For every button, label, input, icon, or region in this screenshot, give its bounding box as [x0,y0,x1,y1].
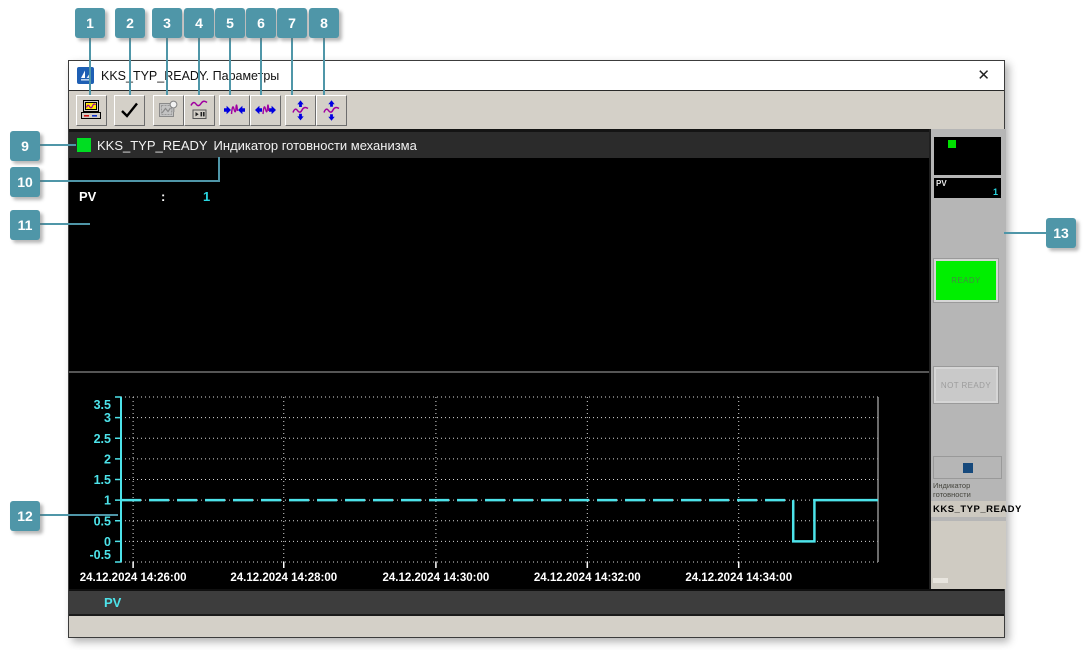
faceplate-display [934,137,1001,175]
callout-badge-7: 7 [277,8,307,38]
expand-time-button[interactable] [250,95,281,126]
faceplate-pv-value: 1 [992,187,998,197]
callout-connector [40,144,76,146]
faceplate-tag: KKS_TYP_READY [931,501,1021,517]
callout-badge-8: 8 [309,8,339,38]
compress-scale-icon [292,100,309,121]
parameter-panel: KKS_TYP_READY Индикатор готовности механ… [69,129,929,371]
svg-text:-0.5: -0.5 [89,548,111,562]
svg-text:1.5: 1.5 [94,473,111,487]
callout-badge-3: 3 [152,8,182,38]
callout-badge-11: 11 [10,210,40,240]
svg-text:24.12.2024 14:32:00: 24.12.2024 14:32:00 [534,572,641,584]
close-button[interactable]: ✕ [971,68,996,83]
callout-connector [166,36,168,95]
pv-label: PV [79,189,97,204]
print-trend-button[interactable] [76,95,107,126]
compress-time-button[interactable] [219,95,250,126]
svg-text:2.5: 2.5 [94,432,111,446]
sidebar-grip [933,578,948,583]
svg-text:24.12.2024 14:34:00: 24.12.2024 14:34:00 [685,572,792,584]
svg-text:1: 1 [104,494,111,508]
parameter-panel-header: KKS_TYP_READY Индикатор готовности механ… [69,132,929,158]
callout-badge-6: 6 [246,8,276,38]
expand-scale-icon [323,100,340,121]
faceplate-indicator-box [933,456,1002,479]
callout-badge-10: 10 [10,167,40,197]
snapshot-button[interactable] [153,95,184,126]
callout-connector [291,36,293,95]
compress-time-icon [224,104,245,115]
status-bar [69,614,1004,637]
faceplate-status-dot [948,140,956,148]
callout-badge-1: 1 [75,8,105,38]
screenshot-stage: KKS_TYP_READY. Параметры ✕ KKS_TYP_READY… [0,0,1089,650]
compress-scale-button[interactable] [285,95,316,126]
snapshot-icon [159,100,178,117]
faceplate-pv-box: PV 1 [934,178,1001,198]
tag-description: Индикатор готовности механизма [213,137,417,153]
start-stop-trend-icon [190,100,208,119]
legend-strip: PV [69,589,1004,614]
window-title: KKS_TYP_READY. Параметры [101,68,280,83]
callout-badge-13: 13 [1046,218,1076,248]
callout-badge-12: 12 [10,501,40,531]
pv-separator: : [161,189,166,204]
svg-text:0.5: 0.5 [94,514,111,528]
pv-value-row: PV: 1 [79,189,210,204]
callout-badge-2: 2 [115,8,145,38]
svg-text:0: 0 [104,535,111,549]
svg-text:3: 3 [104,411,111,425]
faceplate-caption-line2: готовности [933,489,971,499]
pv-value: 1 [203,189,211,204]
svg-text:2: 2 [104,452,111,466]
callout-connector [323,36,325,95]
svg-text:24.12.2024 14:28:00: 24.12.2024 14:28:00 [230,572,337,584]
callout-connector [260,36,262,95]
callout-badge-9: 9 [10,131,40,161]
status-indicator [77,138,91,152]
print-trend-icon [81,100,101,119]
expand-time-icon [255,104,276,115]
accept-button[interactable] [114,95,145,126]
tag-label: KKS_TYP_READY [97,137,208,153]
faceplate-caption: Индикатор готовности [933,481,1004,502]
callout-connector [229,36,231,95]
callout-connector [40,514,118,516]
svg-text:3.5: 3.5 [94,398,111,412]
faceplate-column: PV 1 READY NOT READY Индикатор готовност… [931,129,1021,521]
window-titlebar[interactable]: KKS_TYP_READY. Параметры ✕ [69,61,1004,91]
callout-connector [40,223,90,225]
callout-badge-4: 4 [184,8,214,38]
toolbar [69,91,1004,129]
callout-connector [198,36,200,95]
expand-scale-button[interactable] [316,95,347,126]
trend-chart[interactable]: 3.5 3 2.5 2 1.5 1 0.5 0 -0.5 24.12.2024 14:26:00 2… [69,373,929,589]
svg-text:24.12.2024 14:30:00: 24.12.2024 14:30:00 [383,572,490,584]
callout-connector [218,157,220,182]
accept-check-icon [121,102,138,118]
callout-connector [1004,232,1046,234]
trend-plot[interactable]: 3.53 2.5 2 1.5 1 0.5 0-0.5 24.12.2024 14:26:00 2… [69,373,929,589]
callout-connector [129,36,131,95]
faceplate-pv-label: PV [936,179,947,188]
navy-square-icon [962,462,973,473]
callout-connector [40,180,220,182]
callout-badge-5: 5 [215,8,245,38]
start-stop-trend-button[interactable] [184,95,215,126]
trend-parameters-window: KKS_TYP_READY. Параметры ✕ KKS_TYP_READY… [68,60,1021,638]
app-logo-icon [77,67,94,84]
not-ready-button[interactable]: NOT READY [933,366,999,404]
callout-connector [89,36,91,95]
svg-text:24.12.2024 14:26:00: 24.12.2024 14:26:00 [80,572,187,584]
legend-pv[interactable]: PV [104,595,121,610]
faceplate-sidebar: PV 1 READY NOT READY Индикатор готовност… [929,129,1021,589]
ready-button[interactable]: READY [933,258,999,303]
